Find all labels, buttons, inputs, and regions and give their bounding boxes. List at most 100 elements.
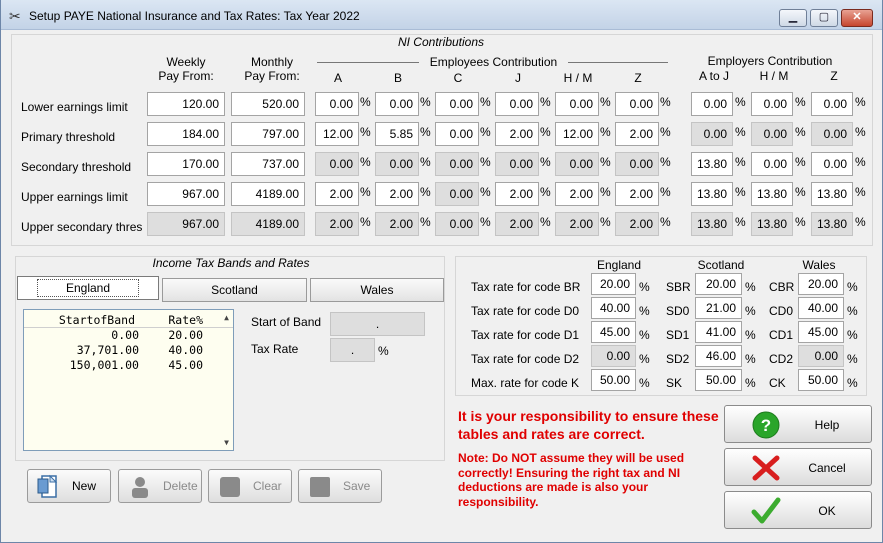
employer-rate-input[interactable]: 13.80 <box>691 152 733 176</box>
employee-rate-input[interactable]: 2.00 <box>375 182 419 206</box>
england-rate-input[interactable]: 20.00 <box>591 273 636 295</box>
title-bar[interactable]: ✂ Setup PAYE National Insurance and Tax … <box>1 0 882 30</box>
employee-rate-input[interactable]: 0.00 <box>555 92 599 116</box>
employer-rate-input[interactable]: 13.80 <box>811 212 853 236</box>
england-rate-input[interactable]: 50.00 <box>591 369 636 391</box>
monthly-header-1: Monthly <box>250 55 294 69</box>
tab-wales[interactable]: Wales <box>310 278 444 302</box>
employee-rate-input[interactable]: 12.00 <box>555 122 599 146</box>
employee-rate-input[interactable]: 2.00 <box>375 212 419 236</box>
band-list-item[interactable]: 150,001.00 45.00 <box>24 358 233 373</box>
start-of-band-input[interactable]: . <box>330 312 425 336</box>
band-list-item[interactable]: 0.00 20.00 <box>24 328 233 343</box>
employee-rate-input[interactable]: 0.00 <box>435 212 479 236</box>
ok-button[interactable]: OK <box>724 491 872 529</box>
close-button[interactable]: ✕ <box>841 9 873 27</box>
employer-rate-input[interactable]: 13.80 <box>751 212 793 236</box>
wales-rate-input[interactable]: 50.00 <box>798 369 844 391</box>
employee-rate-input[interactable]: 0.00 <box>435 182 479 206</box>
employer-rate-input[interactable]: 0.00 <box>751 92 793 116</box>
employer-rate-input[interactable]: 0.00 <box>691 92 733 116</box>
weekly-pay-input[interactable]: 184.00 <box>147 122 225 146</box>
employer-rate-input[interactable]: 13.80 <box>691 212 733 236</box>
england-rate-input[interactable]: 45.00 <box>591 321 636 343</box>
employer-rate-input[interactable]: 13.80 <box>691 182 733 206</box>
employee-rate-input[interactable]: 0.00 <box>615 152 659 176</box>
employee-rate-input[interactable]: 2.00 <box>615 122 659 146</box>
percent-sign: % <box>600 185 611 199</box>
employee-rate-input[interactable]: 2.00 <box>495 182 539 206</box>
monthly-pay-input[interactable]: 737.00 <box>231 152 305 176</box>
employee-rate-input[interactable]: 0.00 <box>435 122 479 146</box>
band-list-item[interactable]: 37,701.00 40.00 <box>24 343 233 358</box>
clear-button[interactable]: Clear <box>208 469 292 503</box>
employee-rate-input[interactable]: 0.00 <box>315 92 359 116</box>
employee-rate-input[interactable]: 2.00 <box>495 122 539 146</box>
employee-rate-input[interactable]: 2.00 <box>315 212 359 236</box>
scotland-rate-input[interactable]: 46.00 <box>695 345 742 367</box>
employer-rate-input[interactable]: 0.00 <box>751 122 793 146</box>
employer-rate-input[interactable]: 0.00 <box>811 152 853 176</box>
employee-rate-input[interactable]: 0.00 <box>615 92 659 116</box>
employee-rate-input[interactable]: 2.00 <box>555 182 599 206</box>
employer-rate-input[interactable]: 0.00 <box>811 92 853 116</box>
employee-rate-input[interactable]: 2.00 <box>495 212 539 236</box>
employer-rate-input[interactable]: 0.00 <box>751 152 793 176</box>
weekly-pay-input[interactable]: 967.00 <box>147 212 225 236</box>
england-rate-input[interactable]: 40.00 <box>591 297 636 319</box>
employee-rate-input[interactable]: 2.00 <box>315 182 359 206</box>
scotland-rate-input[interactable]: 50.00 <box>695 369 742 391</box>
employee-rate-input[interactable]: 0.00 <box>495 92 539 116</box>
employee-rate-input[interactable]: 0.00 <box>375 92 419 116</box>
employee-rate-input[interactable]: 2.00 <box>555 212 599 236</box>
monthly-pay-input[interactable]: 4189.00 <box>231 182 305 206</box>
delete-button[interactable]: Delete <box>118 469 202 503</box>
wales-rate-input[interactable]: 20.00 <box>798 273 844 295</box>
employee-rate-input[interactable]: 0.00 <box>435 152 479 176</box>
scroll-down-icon[interactable]: ▼ <box>220 436 233 449</box>
employee-rate-input[interactable]: 0.00 <box>315 152 359 176</box>
tax-band-list[interactable]: StartofBand Rate% 0.00 20.00 37,701.00 40.0… <box>23 309 234 451</box>
employer-rate-input[interactable]: 0.00 <box>691 122 733 146</box>
weekly-pay-input[interactable]: 170.00 <box>147 152 225 176</box>
band-list-scrollbar[interactable]: ▲ ▼ <box>220 310 233 450</box>
employee-rate-input[interactable]: 5.85 <box>375 122 419 146</box>
employee-rate-input[interactable]: 0.00 <box>375 152 419 176</box>
employee-rate-input[interactable]: 0.00 <box>495 152 539 176</box>
cancel-button[interactable]: Cancel <box>724 448 872 486</box>
employee-rate-input[interactable]: 0.00 <box>555 152 599 176</box>
maximize-button[interactable]: ▢ <box>810 9 838 27</box>
weekly-pay-input[interactable]: 967.00 <box>147 182 225 206</box>
wales-rate-input[interactable]: 45.00 <box>798 321 844 343</box>
monthly-pay-input[interactable]: 520.00 <box>231 92 305 116</box>
er-col-header: H / M <box>759 69 789 83</box>
save-button[interactable]: Save <box>298 469 382 503</box>
employer-rate-input[interactable]: 13.80 <box>811 182 853 206</box>
minimize-button[interactable]: ▁ <box>779 9 807 27</box>
tab-scotland[interactable]: Scotland <box>162 278 307 302</box>
wales-rate-input[interactable]: 0.00 <box>798 345 844 367</box>
new-button[interactable]: New <box>27 469 111 503</box>
tab-england[interactable]: England <box>17 276 159 300</box>
employer-rate-input[interactable]: 13.80 <box>751 182 793 206</box>
ni-row-label: Upper earnings limit <box>21 190 128 204</box>
weekly-pay-input[interactable]: 120.00 <box>147 92 225 116</box>
employee-rate-input[interactable]: 12.00 <box>315 122 359 146</box>
cancel-button-label: Cancel <box>808 461 846 475</box>
tax-rate-input[interactable]: . <box>330 338 375 362</box>
scotland-rate-input[interactable]: 21.00 <box>695 297 742 319</box>
scroll-up-icon[interactable]: ▲ <box>220 311 233 324</box>
wales-rate-input[interactable]: 40.00 <box>798 297 844 319</box>
start-of-band-label: Start of Band <box>251 315 322 329</box>
help-button[interactable]: ? Help <box>724 405 872 443</box>
employer-rate-input[interactable]: 0.00 <box>811 122 853 146</box>
employee-rate-input[interactable]: 2.00 <box>615 182 659 206</box>
employee-rate-input[interactable]: 2.00 <box>615 212 659 236</box>
employee-rate-input[interactable]: 0.00 <box>435 92 479 116</box>
percent-sign: % <box>360 215 371 229</box>
scotland-rate-input[interactable]: 20.00 <box>695 273 742 295</box>
monthly-pay-input[interactable]: 797.00 <box>231 122 305 146</box>
monthly-pay-input[interactable]: 4189.00 <box>231 212 305 236</box>
scotland-rate-input[interactable]: 41.00 <box>695 321 742 343</box>
england-rate-input[interactable]: 0.00 <box>591 345 636 367</box>
